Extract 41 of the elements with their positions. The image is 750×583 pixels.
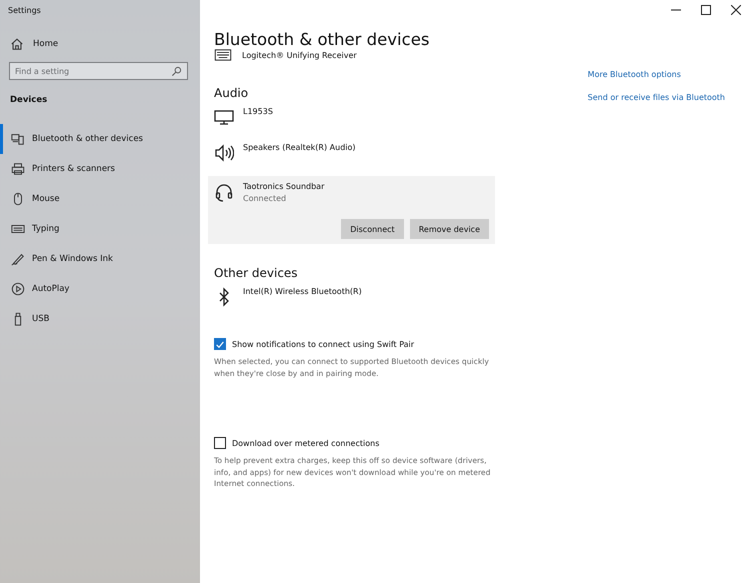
maximize-icon[interactable]	[701, 5, 711, 15]
page-title: Bluetooth & other devices	[214, 30, 430, 49]
pen-icon	[11, 252, 25, 266]
sidebar-item[interactable]: Pen & Windows Ink	[0, 244, 200, 274]
checkbox[interactable]	[214, 437, 226, 449]
related-link[interactable]: More Bluetooth options	[588, 70, 725, 79]
sidebar-item[interactable]: USB	[0, 304, 200, 334]
related-link[interactable]: Send or receive files via Bluetooth	[588, 93, 725, 102]
home-link[interactable]: Home	[0, 36, 200, 52]
checkbox-label[interactable]: Download over metered connections	[232, 438, 380, 448]
device-name: Taotronics Soundbar	[243, 182, 324, 191]
device-action-button[interactable]: Remove device	[410, 219, 489, 239]
devices-icon	[11, 132, 25, 146]
printer-icon	[11, 162, 25, 176]
sidebar-item[interactable]: Typing	[0, 214, 200, 244]
keyboard-icon	[11, 222, 25, 236]
window-title: Settings	[7, 5, 42, 17]
keyboard-icon	[214, 49, 232, 61]
device-action-button[interactable]: Disconnect	[341, 219, 404, 239]
play-icon	[11, 282, 25, 296]
sidebar-item[interactable]: Mouse	[0, 184, 200, 214]
device-status: Connected	[243, 194, 288, 203]
device-name: Speakers (Realtek(R) Audio)	[243, 143, 356, 152]
close-icon[interactable]	[731, 5, 741, 15]
section-heading: Devices	[9, 94, 48, 107]
speaker-icon	[214, 143, 234, 163]
sidebar-item[interactable]: AutoPlay	[0, 274, 200, 304]
device-name[interactable]: Logitech® Unifying Receiver	[242, 50, 357, 60]
device-panel[interactable]: Taotronics Soundbar Connected Disconnect Remove device	[208, 176, 495, 244]
checkbox-label[interactable]: Show notifications to connect using Swift Pair	[232, 340, 414, 348]
device-name: L1953S	[243, 107, 273, 116]
home-icon	[10, 37, 24, 51]
headset-icon	[214, 182, 234, 202]
mouse-icon	[11, 192, 25, 206]
search-field[interactable]: Find a setting	[9, 62, 188, 80]
group-heading: Audio	[214, 86, 250, 100]
checkbox[interactable]	[214, 338, 226, 350]
sidebar-item[interactable]: Printers & scanners	[0, 154, 200, 184]
group-heading: Other devices	[214, 266, 299, 280]
device-name: Intel(R) Wireless Bluetooth(R)	[243, 287, 362, 296]
search-icon	[171, 66, 182, 77]
